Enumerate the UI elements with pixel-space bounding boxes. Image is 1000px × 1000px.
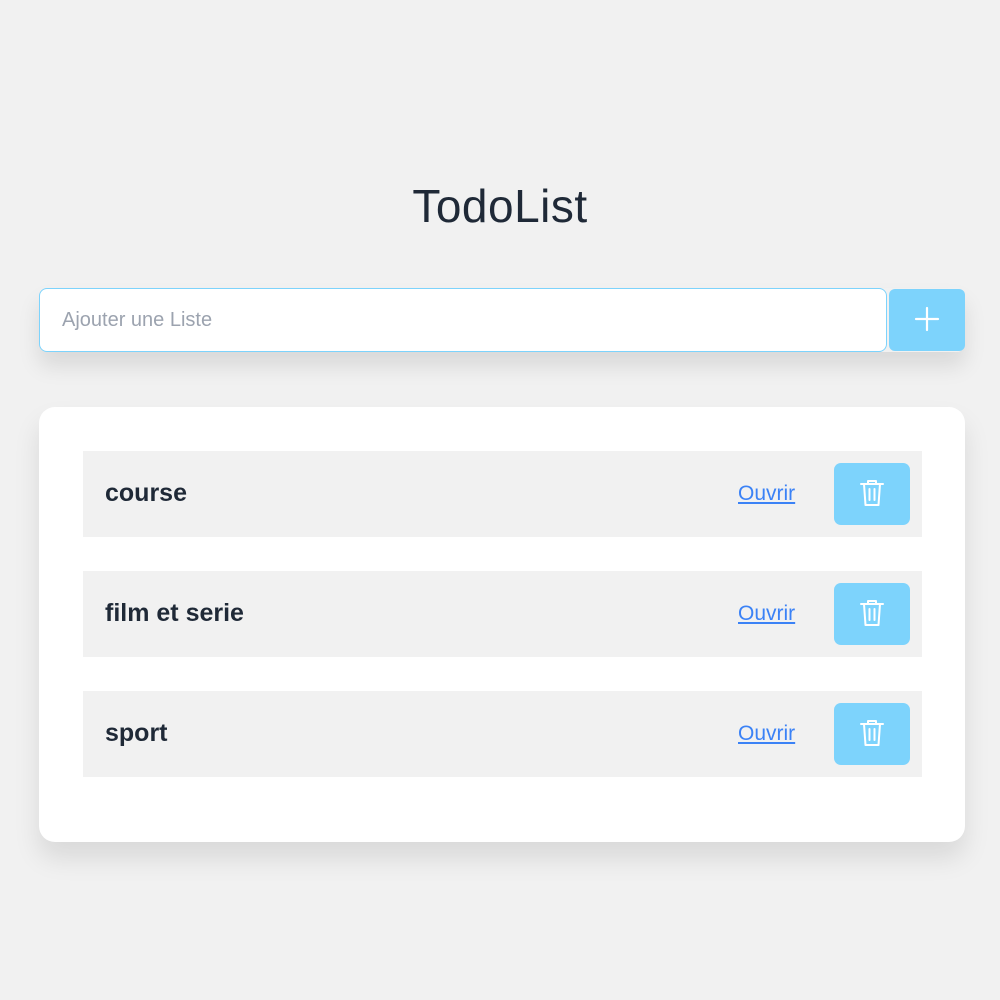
open-list-link[interactable]: Ouvrir [738, 691, 795, 777]
add-list-input[interactable] [39, 288, 887, 352]
list-item-name: course [105, 479, 187, 507]
add-list-form [39, 288, 965, 352]
open-list-link[interactable]: Ouvrir [738, 571, 795, 657]
delete-list-button[interactable] [834, 463, 910, 525]
list-item: sport Ouvrir [83, 691, 922, 777]
open-list-link[interactable]: Ouvrir [738, 451, 795, 537]
delete-list-button[interactable] [834, 703, 910, 765]
todo-app: TodoList course Ouvrir [0, 0, 1000, 1000]
list-item-name: film et serie [105, 599, 244, 627]
trash-icon [859, 718, 885, 751]
page-title: TodoList [412, 180, 588, 232]
delete-list-button[interactable] [834, 583, 910, 645]
lists-card: course Ouvrir film et serie Ouvrir sport… [39, 407, 965, 842]
trash-icon [859, 478, 885, 511]
plus-icon [914, 306, 940, 335]
list-item: film et serie Ouvrir [83, 571, 922, 657]
list-item-name: sport [105, 719, 168, 747]
trash-icon [859, 598, 885, 631]
list-item: course Ouvrir [83, 451, 922, 537]
add-list-button[interactable] [889, 289, 965, 351]
